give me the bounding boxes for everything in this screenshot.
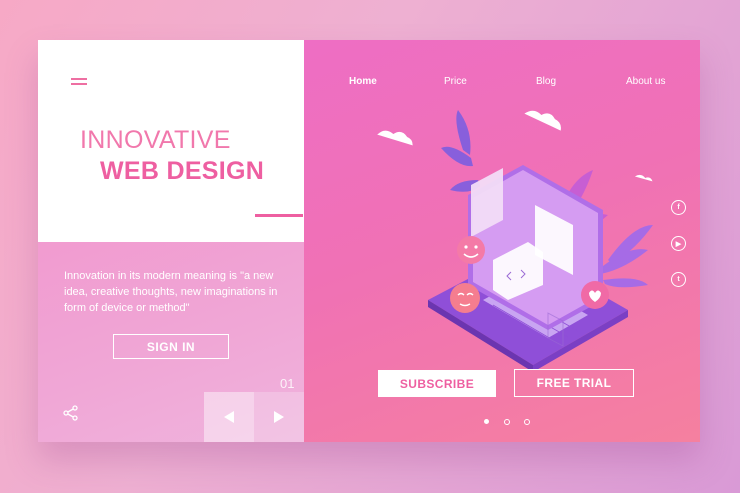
arrow-left-icon xyxy=(224,411,234,423)
arrow-right-icon xyxy=(274,411,284,423)
hero-title-line1: INNOVATIVE xyxy=(80,126,231,154)
laptop-illustration xyxy=(377,110,653,370)
carousel-dot-3[interactable] xyxy=(524,419,530,425)
hero-description: Innovation in its modern meaning is "a n… xyxy=(64,270,278,314)
nav-item-blog[interactable]: Blog xyxy=(536,76,556,87)
hero-text-panel: INNOVATIVE WEB DESIGN xyxy=(38,40,304,242)
nav-item-home[interactable]: Home xyxy=(349,76,377,87)
free-trial-button[interactable]: FREE TRIAL xyxy=(514,369,634,397)
nav-item-about-us[interactable]: About us xyxy=(626,76,665,87)
hamburger-menu-icon[interactable] xyxy=(71,78,87,86)
next-slide-button[interactable] xyxy=(254,392,304,442)
previous-slide-button[interactable] xyxy=(204,392,254,442)
subscribe-button[interactable]: SUBSCRIBE xyxy=(378,370,496,397)
carousel-dot-1[interactable] xyxy=(484,419,489,424)
landing-card: INNOVATIVE WEB DESIGN Innovation in its … xyxy=(38,40,700,442)
share-icon[interactable] xyxy=(62,404,80,422)
carousel-dot-2[interactable] xyxy=(504,419,510,425)
nav-item-price[interactable]: Price xyxy=(444,76,467,87)
slide-number: 01 xyxy=(280,376,295,391)
accent-divider xyxy=(255,214,303,217)
twitter-icon[interactable]: t xyxy=(671,272,686,287)
hero-title-line2: WEB DESIGN xyxy=(100,157,265,185)
sign-in-button[interactable]: SIGN IN xyxy=(113,334,229,359)
facebook-icon[interactable]: f xyxy=(671,200,686,215)
youtube-icon[interactable]: ▶ xyxy=(671,236,686,251)
